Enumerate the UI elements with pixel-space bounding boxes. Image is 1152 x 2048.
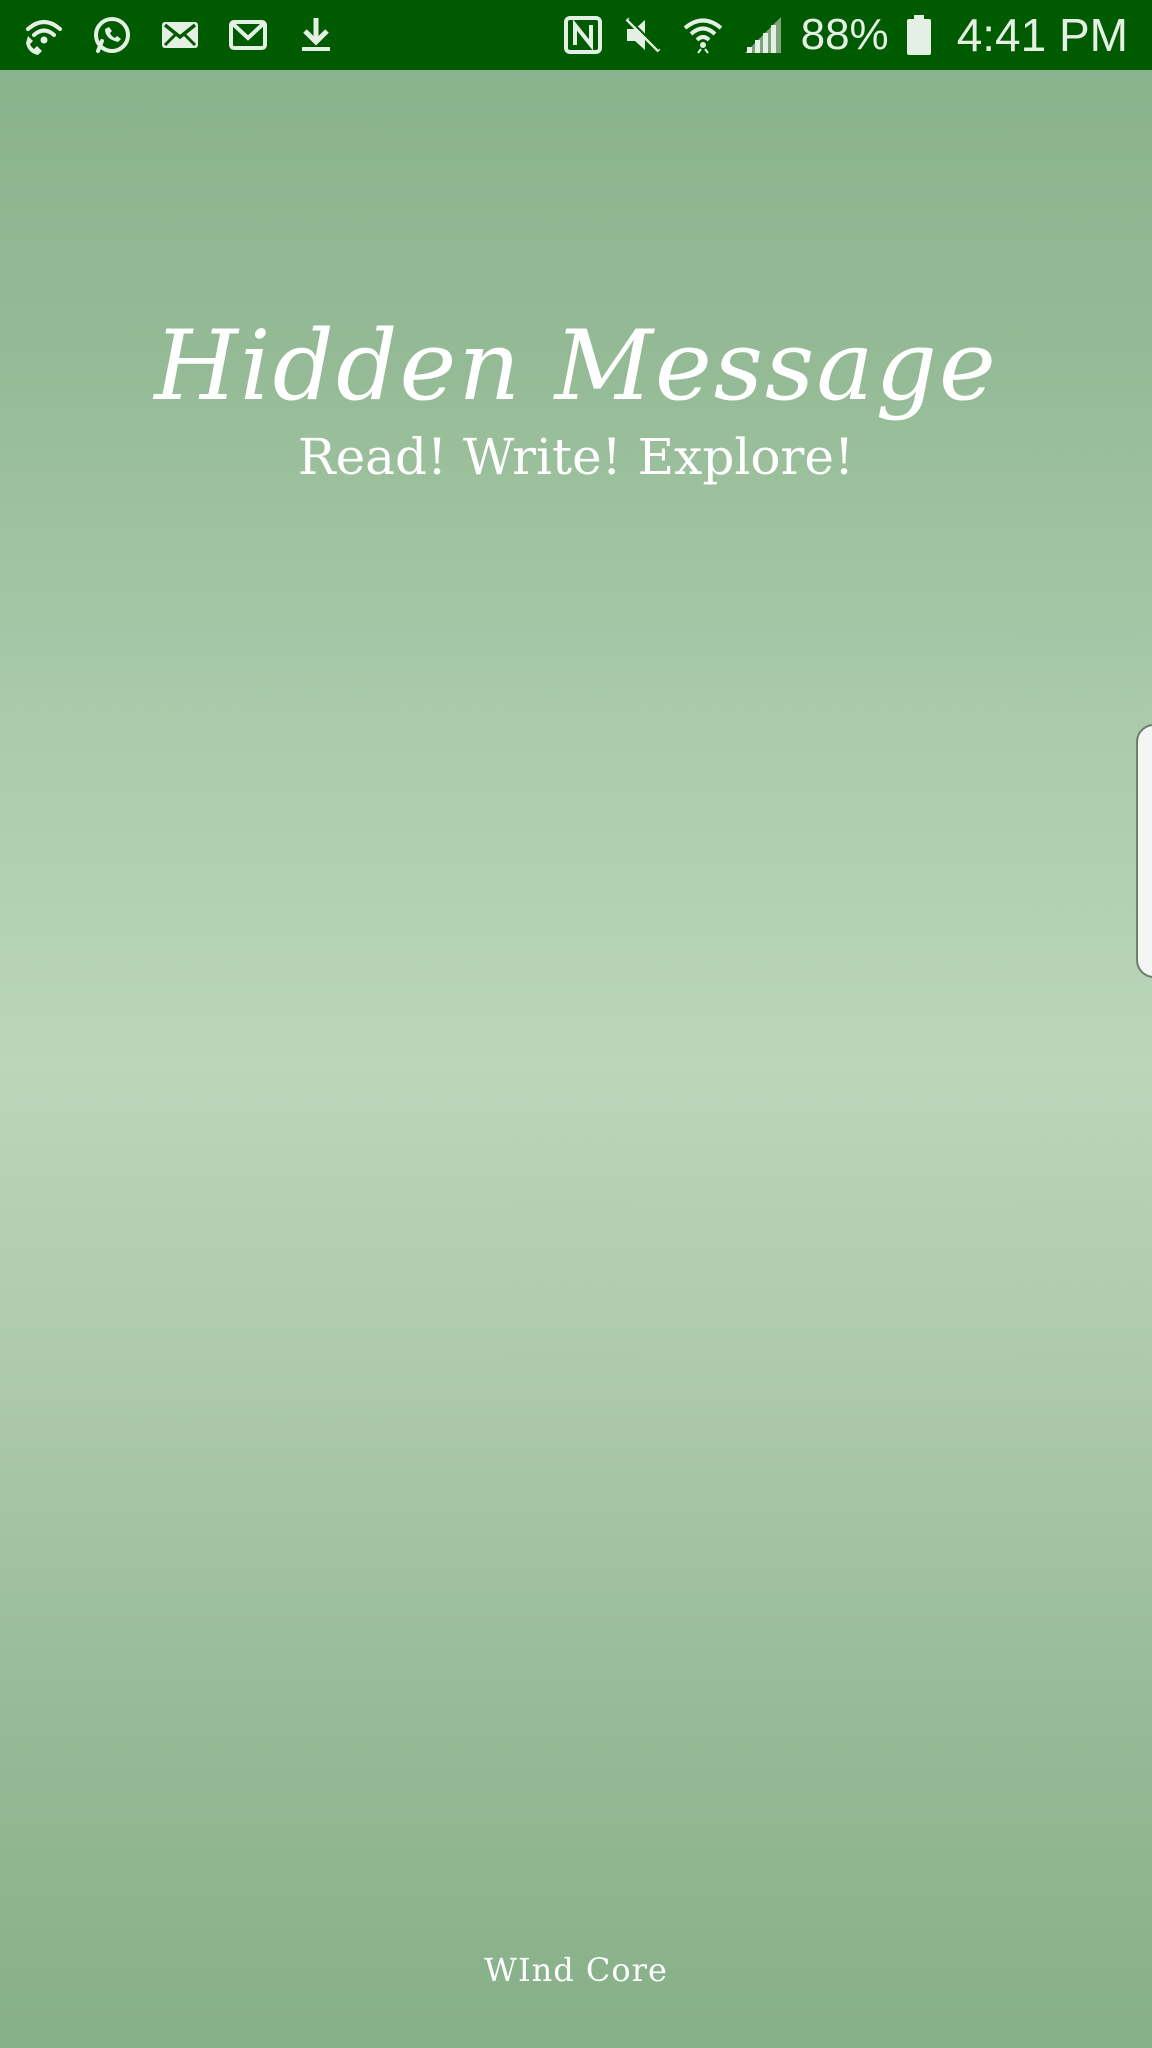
battery-percent: 88% bbox=[800, 10, 889, 59]
signal-icon bbox=[741, 13, 785, 57]
edge-panel-handle[interactable] bbox=[1136, 724, 1152, 978]
system-status: 88% 4:41 PM bbox=[561, 0, 1128, 70]
email-icon bbox=[158, 13, 202, 57]
battery-icon bbox=[905, 13, 933, 57]
app-tagline: Read! Write! Explore! bbox=[297, 428, 855, 486]
download-icon bbox=[294, 13, 338, 57]
mute-icon bbox=[621, 13, 665, 57]
footer-brand: WInd Core bbox=[484, 1951, 668, 1989]
status-clock: 4:41 PM bbox=[956, 9, 1128, 61]
gmail-icon bbox=[226, 13, 270, 57]
app-title: Hidden Message bbox=[154, 310, 998, 422]
wifi-calling-icon bbox=[22, 13, 66, 57]
notification-icons bbox=[22, 0, 338, 70]
status-bar: 88% 4:41 PM bbox=[0, 0, 1152, 70]
wifi-icon bbox=[681, 13, 725, 57]
nfc-icon bbox=[561, 13, 605, 57]
whatsapp-icon bbox=[90, 13, 134, 57]
